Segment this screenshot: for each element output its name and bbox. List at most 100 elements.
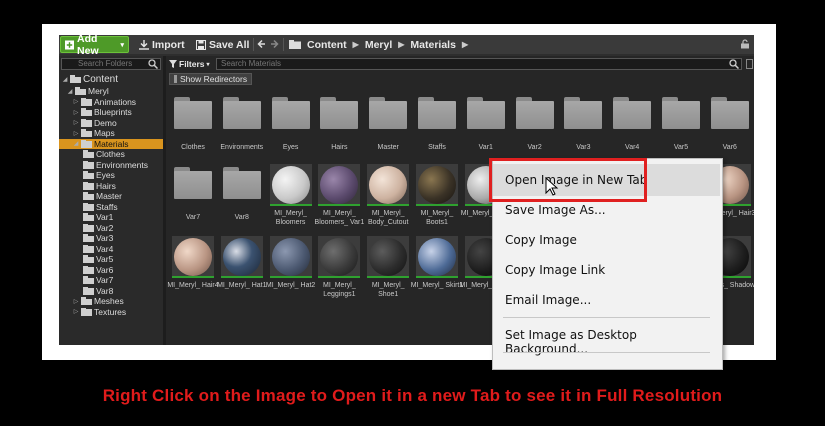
folder-tile[interactable]: Master [367,92,409,152]
tree-item-var5[interactable]: Var5 [83,254,113,265]
expanded-arrow-icon[interactable]: ◢ [67,88,73,95]
folder-tile[interactable]: Var5 [660,92,702,152]
folder-search-input[interactable]: Search Folders [61,58,161,70]
context-menu-item-copy-image-link[interactable]: Copy Image Link [505,263,605,277]
tree-item-maps[interactable]: ▷ Maps [73,128,115,139]
context-menu-item-copy-image[interactable]: Copy Image [505,233,577,247]
tree-item-label: Materials [94,138,129,149]
lock-icon[interactable] [740,39,750,49]
tree-item-label: Environments [96,159,148,170]
chevron-down-icon: ▾ [120,41,124,49]
material-tile[interactable]: MI_Meryl_ Bloomers_ Var1 [315,164,364,226]
breadcrumb-meryl[interactable]: Meryl [365,39,392,51]
folder-icon [81,97,92,106]
collapsed-arrow-icon[interactable]: ▷ [73,119,79,126]
material-tile[interactable]: MI_Meryl_ Boots1 [416,164,458,226]
folder-tile[interactable]: Clothes [172,92,214,152]
context-menu-separator [503,352,710,353]
asset-type-bar [318,276,361,278]
filters-button[interactable]: Filters ▾ [169,58,210,70]
folder-tile[interactable]: Var6 [709,92,751,152]
content-browser-toolbar: Add New ▾ Import Save All Content ▶ Mery… [59,35,754,57]
tree-item-var7[interactable]: Var7 [83,275,113,286]
import-button[interactable]: Import [135,36,189,53]
add-new-button[interactable]: Add New ▾ [60,35,129,57]
context-menu-item-email-image[interactable]: Email Image... [505,293,591,307]
material-label: MI_Meryl_ Shoe1 [371,282,405,298]
tree-item-label: Var7 [96,275,114,286]
breadcrumb-arrow-icon[interactable]: ▶ [462,40,468,49]
material-tile[interactable]: MI_Meryl_ Bloomers [269,164,312,226]
tree-item-meryl[interactable]: ◢ Meryl [67,86,109,97]
folder-icon [613,97,652,129]
folder-tile[interactable]: Staffs [416,92,458,152]
breadcrumb-arrow-icon[interactable]: ▶ [353,40,359,49]
material-tile[interactable]: MI_Meryl_ Hat2 [266,236,315,296]
folder-thumbnail [709,92,751,134]
tree-item-clothes[interactable]: Clothes [83,149,125,160]
folder-icon [174,167,212,199]
material-thumbnail [269,236,312,278]
breadcrumb-materials[interactable]: Materials [410,39,456,51]
tree-item-var4[interactable]: Var4 [83,244,113,255]
expanded-arrow-icon[interactable]: ◢ [62,76,68,83]
folder-icon [83,213,94,222]
tree-item-environments[interactable]: Environments [83,160,148,171]
tree-item-var6[interactable]: Var6 [83,265,113,276]
tree-item-textures[interactable]: ▷ Textures [73,307,126,318]
forward-arrow-icon[interactable] [269,37,279,51]
material-tile[interactable]: MI_Meryl_ Shoe1 [367,236,410,298]
tree-item-var1[interactable]: Var1 [83,212,113,223]
breadcrumb-content[interactable]: Content [307,39,347,51]
collapsed-arrow-icon[interactable]: ▷ [73,109,79,116]
folder-icon [83,160,94,169]
collapsed-arrow-icon[interactable]: ▷ [73,130,79,137]
tree-item-var8[interactable]: Var8 [83,286,113,297]
asset-type-bar [269,204,312,206]
folder-tile[interactable]: Eyes [270,92,312,152]
tree-item-label: Staffs [96,201,118,212]
tree-item-hairs[interactable]: Hairs [83,181,116,192]
tree-item-content[interactable]: ◢ Content [62,74,118,85]
back-arrow-icon[interactable] [257,37,267,51]
toolbar-divider [283,38,284,51]
collapsed-arrow-icon[interactable]: ▷ [73,98,79,105]
folder-tile[interactable]: Environments [220,92,263,152]
folder-icon [418,97,456,129]
tree-item-blueprints[interactable]: ▷ Blueprints [73,107,132,118]
material-tile[interactable]: MI_Meryl_ Skirt1 [411,236,463,296]
show-redirectors-toggle[interactable]: Show Redirectors [169,73,253,85]
material-tile[interactable]: MI_Meryl_ Hat1 [217,236,267,296]
collapsed-arrow-icon[interactable]: ▷ [73,308,79,315]
context-menu-item-save-image-as[interactable]: Save Image As... [505,203,606,217]
material-tile[interactable]: MI_Meryl_ Hair4 [167,236,219,296]
material-label: MI_Meryl_ Boots1 [420,210,454,226]
material-tile[interactable]: MI_Meryl_ Leggings1 [318,236,361,298]
tree-item-var3[interactable]: Var3 [83,233,113,244]
folder-tile[interactable]: Var1 [465,92,507,152]
expanded-arrow-icon[interactable]: ◢ [73,140,79,147]
breadcrumb-arrow-icon[interactable]: ▶ [398,40,404,49]
asset-search-input[interactable]: Search Materials [216,58,742,70]
tree-item-eyes[interactable]: Eyes [83,170,115,181]
tree-item-animations[interactable]: ▷ Animations [73,97,136,108]
folder-tile[interactable]: Var7 [172,162,214,222]
tree-item-demo[interactable]: ▷ Demo [73,118,117,129]
folder-tile[interactable]: Var8 [221,162,263,222]
tree-item-staffs[interactable]: Staffs [83,202,118,213]
collapsed-arrow-icon[interactable]: ▷ [73,298,79,305]
tree-item-meshes[interactable]: ▷ Meshes [73,296,124,307]
save-all-button[interactable]: Save All [192,36,253,53]
material-tile[interactable]: MI_Meryl_ Body_Cutout [367,164,410,226]
folder-tile[interactable]: Var3 [562,92,604,152]
save-search-icon[interactable] [746,59,753,69]
tree-item-master[interactable]: Master [83,191,122,202]
tree-item-var2[interactable]: Var2 [83,223,113,234]
folder-icon [83,255,94,264]
tree-item-label: Eyes [96,170,115,181]
folder-tile[interactable]: Var4 [611,92,653,152]
folder-tile[interactable]: Var2 [514,92,556,152]
folder-icon [83,244,94,253]
folder-tile[interactable]: Hairs [318,92,360,152]
tree-item-materials[interactable]: ◢ Materials [59,138,163,149]
